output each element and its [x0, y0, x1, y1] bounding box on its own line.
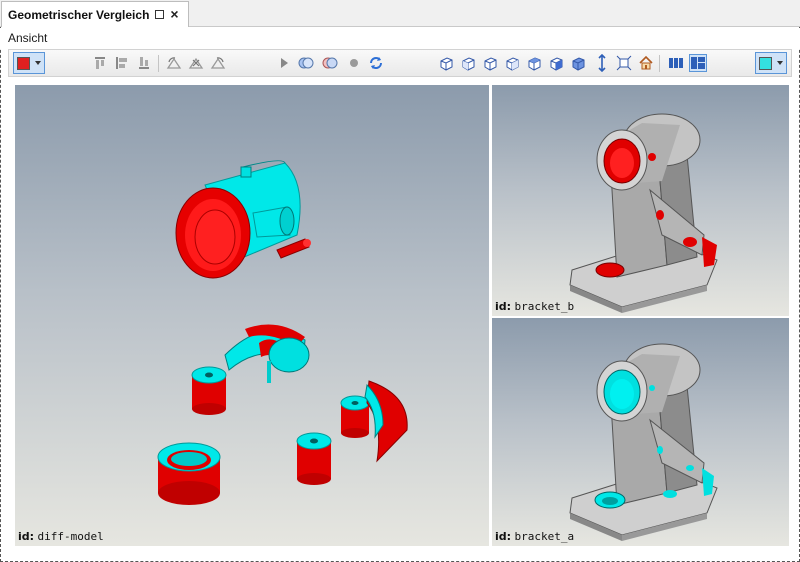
sync-icon[interactable] — [367, 54, 385, 72]
diff-cylinder-small-1 — [191, 366, 227, 415]
viewport-bracket-a[interactable]: id: bracket_a — [492, 318, 789, 546]
view-bottom-icon[interactable] — [569, 54, 587, 72]
play-icon[interactable] — [275, 54, 293, 72]
restore-window-icon[interactable] — [153, 8, 166, 21]
viewport-diff-model[interactable]: id: diff-model — [15, 85, 489, 546]
layout-columns-icon[interactable] — [667, 54, 685, 72]
align-top-icon[interactable] — [91, 54, 109, 72]
layout-grid-icon[interactable] — [689, 54, 707, 72]
chevron-down-icon — [777, 61, 783, 65]
viewport-label: id: bracket_a — [495, 530, 575, 543]
tab-geometric-comparison[interactable]: Geometrischer Vergleich × — [1, 1, 189, 27]
diff-model-scene — [157, 160, 408, 505]
viewport-bracket-b[interactable]: id: bracket_b — [492, 85, 789, 316]
align-bottom-icon[interactable] — [135, 54, 153, 72]
bracket-b-scene — [569, 113, 718, 313]
home-icon[interactable] — [637, 54, 655, 72]
bracket-a-scene — [569, 343, 718, 541]
rotate-x-icon[interactable] — [187, 54, 205, 72]
chevron-down-icon — [35, 61, 41, 65]
align-middle-icon[interactable] — [113, 54, 131, 72]
view-right-icon[interactable] — [525, 54, 543, 72]
viewport-label: id: diff-model — [18, 530, 104, 543]
union-icon[interactable] — [297, 54, 315, 72]
close-icon[interactable]: × — [168, 7, 181, 21]
view-front-icon[interactable] — [459, 54, 477, 72]
view-left-icon[interactable] — [503, 54, 521, 72]
diff-color-dropdown[interactable] — [13, 52, 45, 74]
view-top-icon[interactable] — [547, 54, 565, 72]
diff-ring-cylinder — [157, 442, 221, 505]
rotate-right-icon[interactable] — [209, 54, 227, 72]
viewport-label: id: bracket_b — [495, 300, 575, 313]
diff-cylinder-small-3 — [296, 432, 332, 485]
toolbar-separator — [158, 55, 159, 72]
fit-all-icon[interactable] — [615, 54, 633, 72]
bracket-a-model — [569, 343, 718, 541]
diff-curved-plate — [364, 380, 408, 463]
fit-height-icon[interactable] — [593, 54, 611, 72]
tab-title: Geometrischer Vergleich — [8, 7, 150, 22]
menu-view[interactable]: Ansicht — [8, 31, 47, 45]
tab-bar: Geometrischer Vergleich × — [0, 0, 800, 27]
menu-bar: Ansicht — [0, 28, 800, 48]
view-back-icon[interactable] — [481, 54, 499, 72]
rotate-left-icon[interactable] — [165, 54, 183, 72]
diff-cylinder-small-2 — [340, 395, 370, 438]
point-icon[interactable] — [345, 54, 363, 72]
toolbar-separator — [659, 55, 660, 72]
intersect-icon[interactable] — [321, 54, 339, 72]
background-color-dropdown[interactable] — [755, 52, 787, 74]
diff-cylinder-main — [175, 160, 311, 279]
toolbar — [8, 49, 792, 77]
red-swatch-icon — [17, 56, 30, 70]
view-iso-icon[interactable] — [437, 54, 455, 72]
cyan-swatch-icon — [759, 56, 772, 70]
diff-curved-shell — [224, 324, 310, 383]
bracket-b-model — [569, 113, 718, 313]
